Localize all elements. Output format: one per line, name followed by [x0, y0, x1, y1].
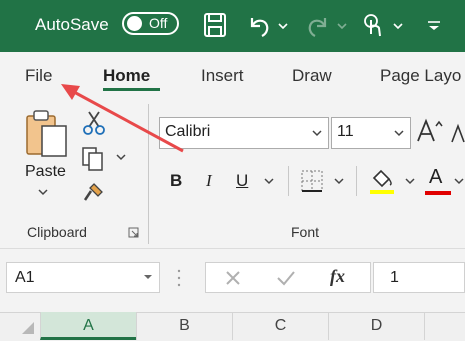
underline-dropdown-icon[interactable]: [262, 176, 276, 186]
fill-color-icon[interactable]: [368, 166, 396, 196]
paste-dropdown-icon[interactable]: [36, 187, 50, 197]
tab-home[interactable]: Home: [103, 66, 150, 86]
italic-button[interactable]: I: [206, 171, 212, 191]
touch-mode-icon[interactable]: [360, 10, 388, 40]
formula-buttons: fx: [205, 262, 371, 293]
active-tab-indicator: [103, 88, 160, 91]
select-all-corner-icon[interactable]: [0, 312, 40, 340]
cancel-icon[interactable]: [224, 269, 242, 287]
paste-button[interactable]: Paste: [25, 163, 66, 181]
fill-color-dropdown-icon[interactable]: [403, 176, 417, 186]
autosave-label: AutoSave: [35, 15, 109, 34]
clipboard-group-label: Clipboard: [27, 224, 87, 240]
paste-icon[interactable]: [22, 108, 70, 160]
borders-dropdown-icon[interactable]: [332, 176, 346, 186]
formula-input[interactable]: 1: [373, 262, 465, 293]
tab-draw[interactable]: Draw: [292, 66, 332, 86]
formula-value: 1: [390, 269, 399, 286]
insert-function-button[interactable]: fx: [330, 266, 345, 287]
tab-file[interactable]: File: [25, 66, 52, 86]
title-bar: AutoSave Off: [0, 0, 465, 52]
undo-icon[interactable]: [244, 10, 274, 40]
undo-dropdown-icon[interactable]: [276, 10, 290, 40]
column-header-a[interactable]: A: [40, 312, 136, 340]
group-separator: [148, 104, 149, 244]
borders-icon[interactable]: [299, 168, 325, 194]
increase-font-size-icon[interactable]: [416, 116, 444, 146]
copy-dropdown-icon[interactable]: [114, 152, 128, 162]
redo-dropdown-icon[interactable]: [335, 10, 349, 40]
underline-button[interactable]: U: [236, 171, 248, 191]
formula-bar-grip-icon[interactable]: [175, 266, 183, 290]
ribbon-tab-bar: File Home Insert Draw Page Layo: [0, 52, 465, 98]
name-box[interactable]: A1: [6, 262, 160, 293]
name-box-value: A1: [15, 269, 35, 286]
autosave-toggle[interactable]: Off: [122, 12, 179, 35]
font-color-swatch: [425, 191, 451, 195]
font-color-dropdown-icon[interactable]: [453, 176, 465, 186]
clipboard-dialog-launcher-icon[interactable]: [128, 227, 140, 239]
tab-page-layout[interactable]: Page Layo: [380, 66, 461, 86]
cut-icon[interactable]: [83, 110, 105, 136]
touch-mode-dropdown-icon[interactable]: [391, 10, 405, 40]
font-separator-2: [356, 166, 357, 196]
font-size-dropdown-icon[interactable]: [392, 122, 406, 144]
font-name-value: Calibri: [165, 123, 211, 140]
font-group-label: Font: [291, 224, 320, 240]
customize-qat-icon[interactable]: [424, 10, 444, 40]
format-painter-icon[interactable]: [82, 180, 106, 204]
enter-icon[interactable]: [276, 269, 296, 287]
autosave-state: Off: [149, 15, 168, 31]
font-name-combo[interactable]: Calibri: [159, 117, 329, 149]
copy-icon[interactable]: [80, 146, 106, 172]
column-header-b[interactable]: B: [136, 312, 232, 340]
font-separator: [288, 166, 289, 196]
font-size-value: 11: [337, 123, 354, 140]
column-header-c[interactable]: C: [232, 312, 328, 340]
name-box-dropdown-icon[interactable]: [143, 273, 153, 281]
column-header-e[interactable]: [424, 312, 465, 340]
column-header-d[interactable]: D: [328, 312, 424, 340]
save-icon[interactable]: [200, 10, 230, 40]
toggle-knob: [127, 16, 142, 31]
font-name-dropdown-icon[interactable]: [310, 122, 324, 144]
redo-icon[interactable]: [303, 10, 333, 40]
font-color-button[interactable]: A: [429, 166, 442, 189]
decrease-font-size-icon[interactable]: [450, 120, 465, 146]
bold-button[interactable]: B: [170, 171, 182, 191]
tab-insert[interactable]: Insert: [201, 66, 244, 86]
font-size-combo[interactable]: 11: [331, 117, 411, 149]
